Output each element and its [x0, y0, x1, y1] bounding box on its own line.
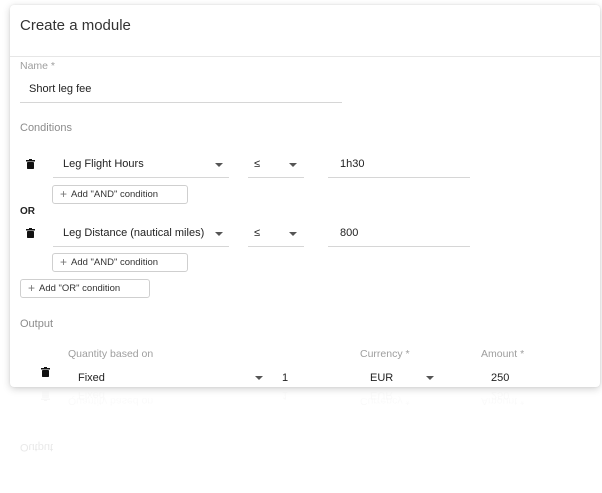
- dialog-title: Create a module: [20, 17, 131, 34]
- condition-operator-select[interactable]: ≤: [254, 158, 260, 170]
- currency-header: Currency *: [360, 348, 410, 360]
- dialog-reflection: Quantity based on Currency * Amount * Fi…: [10, 387, 600, 493]
- name-field-label: Name *: [20, 60, 56, 72]
- add-or-condition-label: Add "OR" condition: [39, 283, 121, 294]
- trash-icon: [41, 389, 51, 401]
- reflection-currency-value: EUR: [370, 389, 394, 401]
- add-or-condition-button[interactable]: + Add "OR" condition: [20, 279, 150, 298]
- plus-icon: +: [60, 187, 68, 201]
- add-and-condition-label: Add "AND" condition: [71, 189, 159, 200]
- chevron-down-icon[interactable]: [255, 376, 263, 380]
- reflection-amount-value: 250: [491, 389, 510, 401]
- amount-input[interactable]: 250: [491, 372, 509, 384]
- add-and-condition-button[interactable]: + Add "AND" condition: [52, 185, 188, 204]
- condition-field-underline: [53, 246, 229, 247]
- condition-value-input[interactable]: 1h30: [340, 158, 364, 170]
- page: Create a module Name * Short leg fee Con…: [0, 0, 602, 493]
- chevron-down-icon[interactable]: [215, 163, 223, 167]
- currency-select[interactable]: EUR: [370, 372, 393, 384]
- plus-icon: +: [60, 255, 68, 269]
- chevron-down-icon[interactable]: [289, 163, 297, 167]
- trash-icon[interactable]: [26, 159, 36, 171]
- amount-header: Amount *: [481, 348, 525, 360]
- trash-icon[interactable]: [41, 367, 51, 379]
- condition-operator-underline: [248, 177, 304, 178]
- dialog-header: Create a module: [10, 5, 600, 57]
- quantity-based-on-header: Quantity based on: [68, 348, 154, 360]
- quantity-input[interactable]: 1: [282, 372, 288, 384]
- chevron-down-icon[interactable]: [289, 232, 297, 236]
- chevron-down-icon[interactable]: [215, 232, 223, 236]
- dialog-reflection-content: Quantity based on Currency * Amount * Fi…: [10, 387, 600, 493]
- plus-icon: +: [28, 281, 36, 295]
- condition-field-select[interactable]: Leg Distance (nautical miles): [63, 227, 204, 239]
- condition-value-input[interactable]: 800: [340, 227, 358, 239]
- chevron-down-icon[interactable]: [426, 376, 434, 380]
- condition-value-underline: [328, 246, 470, 247]
- add-and-condition-button[interactable]: + Add "AND" condition: [52, 253, 188, 272]
- name-field-underline: [20, 102, 342, 103]
- name-field-input[interactable]: Short leg fee: [29, 83, 91, 95]
- create-module-dialog: Create a module Name * Short leg fee Con…: [10, 5, 600, 387]
- quantity-based-on-select[interactable]: Fixed: [78, 372, 105, 384]
- condition-field-underline: [53, 177, 229, 178]
- or-separator-label: OR: [20, 206, 35, 217]
- condition-operator-underline: [248, 246, 304, 247]
- condition-field-select[interactable]: Leg Flight Hours: [63, 158, 144, 170]
- conditions-section-label: Conditions: [20, 122, 72, 134]
- reflection-quantity-number: 1: [282, 389, 289, 401]
- condition-value-underline: [328, 177, 470, 178]
- condition-operator-select[interactable]: ≤: [254, 227, 260, 239]
- trash-icon[interactable]: [26, 228, 36, 240]
- reflection-quantity-value: Fixed: [78, 389, 105, 401]
- output-section-label: Output: [20, 318, 54, 330]
- reflection-output-label: Output: [20, 441, 54, 453]
- add-and-condition-label: Add "AND" condition: [71, 257, 159, 268]
